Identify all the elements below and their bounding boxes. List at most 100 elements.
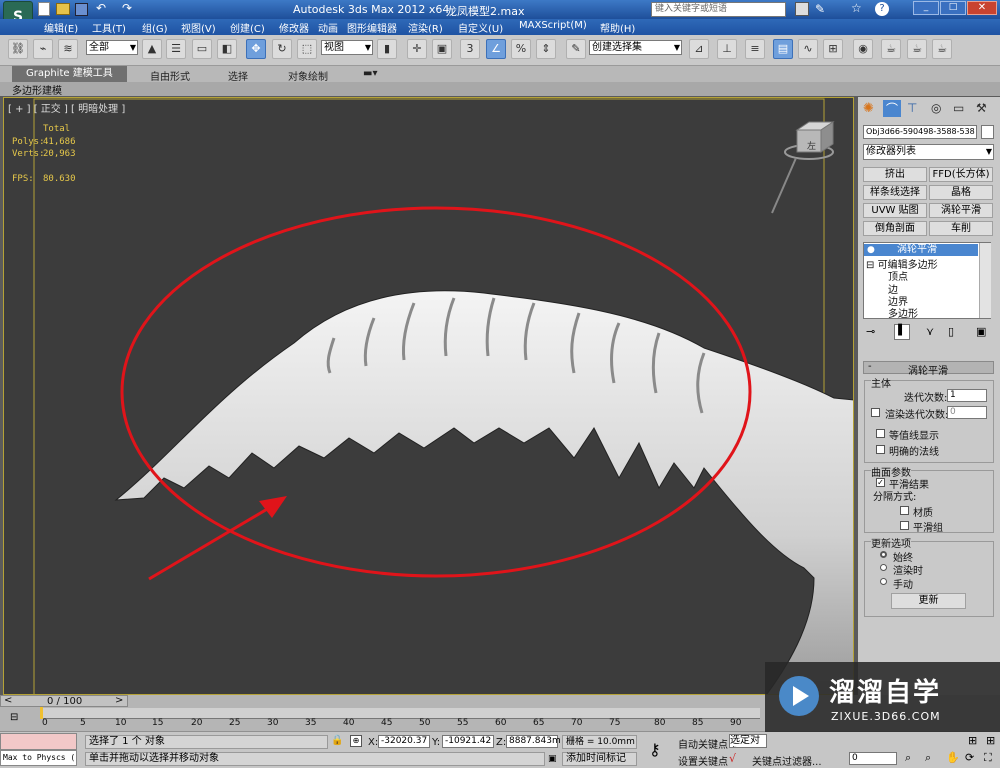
align-icon[interactable]: ⊥ (717, 39, 737, 59)
help-icon[interactable]: ? (875, 2, 889, 16)
communication-icon[interactable]: ✎ (815, 2, 825, 16)
menu-edit[interactable]: 编辑(E) (44, 20, 78, 35)
prev-frame-icon[interactable]: < (4, 695, 12, 706)
modify-tab-icon[interactable]: ⌒ (883, 100, 901, 117)
ribbon-options-icon[interactable]: ▬▾ (363, 68, 377, 79)
viewport-front[interactable] (3, 97, 854, 695)
reference-coord-dropdown[interactable]: 视图 (321, 40, 373, 55)
select-object-icon[interactable]: ▲ (142, 39, 162, 59)
render-iters-spinner[interactable]: 0 (947, 406, 987, 419)
remove-modifier-icon[interactable]: ▯ (948, 325, 954, 338)
menu-customize[interactable]: 自定义(U) (458, 20, 503, 35)
binoculars-icon[interactable] (795, 2, 809, 16)
auto-key-button[interactable]: 自动关键点 (678, 736, 728, 751)
qa-open-icon[interactable] (56, 3, 70, 15)
percent-snap-icon[interactable]: % (511, 39, 531, 59)
favorites-icon[interactable]: ☆ (851, 1, 862, 15)
mirror-icon[interactable]: ⊿ (689, 39, 709, 59)
key-filters-icon[interactable]: √ (729, 752, 736, 765)
smoothing-groups-checkbox[interactable] (900, 521, 909, 530)
rollout-header[interactable]: - 涡轮平滑 (863, 361, 994, 377)
display-tab-icon[interactable]: ▭ (953, 101, 964, 115)
when-rendering-radio[interactable] (880, 564, 887, 571)
stack-item-turbosmooth[interactable]: ● 涡轮平滑 (864, 244, 978, 256)
tab-polygon-modeling[interactable]: 多边形建模 (12, 82, 62, 97)
manually-radio[interactable] (880, 578, 887, 585)
menu-group[interactable]: 组(G) (142, 20, 168, 35)
smooth-result-checkbox[interactable]: ✓ (876, 478, 885, 487)
maxscript-line[interactable]: Max to Physcs ( (0, 750, 77, 766)
modifier-button-extrude[interactable]: 挤出 (863, 167, 927, 182)
modifier-list-dropdown[interactable]: 修改器列表 (863, 144, 994, 160)
selected-dropdown[interactable]: 选定对象 (729, 734, 767, 748)
zoom-all-icon[interactable]: ⌕ (925, 751, 931, 765)
utilities-tab-icon[interactable]: ⚒ (976, 101, 987, 115)
link-icon[interactable]: ⛓ (8, 39, 28, 59)
search-input[interactable]: 键入关键字或短语 (651, 2, 786, 17)
z-coord-field[interactable]: 8887.843m (506, 735, 561, 748)
track-bar[interactable] (40, 708, 760, 719)
menu-help[interactable]: 帮助(H) (600, 20, 635, 35)
minimize-button[interactable]: _ (913, 1, 939, 15)
render-production-icon[interactable]: ☕ (932, 39, 952, 59)
menu-views[interactable]: 视图(V) (181, 20, 216, 35)
spinner-snap-icon[interactable]: ⇕ (536, 39, 556, 59)
iterations-spinner[interactable]: 1 (947, 389, 987, 402)
modifier-button-lathe[interactable]: 车削 (929, 221, 993, 236)
lightbulb-icon[interactable]: ● (867, 244, 875, 256)
render-setup-icon[interactable]: ☕ (881, 39, 901, 59)
time-tag-icon[interactable]: ▣ (548, 754, 557, 764)
modifier-button-uvw-map[interactable]: UVW 贴图 (863, 203, 927, 218)
modifier-button-ffd[interactable]: FFD(长方体) (929, 167, 993, 182)
qa-undo-icon[interactable]: ↶ (96, 1, 106, 15)
selection-filter-dropdown[interactable]: 全部 (86, 40, 138, 55)
pin-stack-icon[interactable]: ⊸ (866, 325, 875, 338)
time-slider[interactable]: < 0 / 100 > (0, 695, 128, 707)
schematic-view-icon[interactable]: ⊞ (823, 39, 843, 59)
qa-redo-icon[interactable]: ↷ (122, 1, 132, 15)
zoom-icon[interactable]: ⌕ (905, 751, 911, 765)
set-key-button[interactable]: 设置关键点 (678, 753, 728, 768)
add-time-tag[interactable]: 添加时间标记 (562, 752, 637, 766)
track-bar-icon[interactable]: ⊟ (10, 712, 18, 723)
key-filters-button[interactable]: 关键点过滤器... (752, 753, 822, 768)
create-tab-icon[interactable]: ✺ (863, 101, 874, 116)
qa-save-icon[interactable] (75, 3, 88, 16)
tab-freeform[interactable]: 自由形式 (150, 68, 190, 83)
modifier-button-spline-select[interactable]: 样条线选择 (863, 185, 927, 200)
keyboard-shortcut-icon[interactable]: ▣ (432, 39, 452, 59)
orbit-icon[interactable]: ⟳ (965, 751, 974, 764)
set-key-icon[interactable]: ⚷ (649, 740, 661, 759)
maximize-viewport-icon[interactable]: ⛶ (984, 751, 992, 765)
menu-graph-editors[interactable]: 图形编辑器 (347, 20, 397, 35)
make-unique-icon[interactable]: ⋎ (926, 325, 934, 338)
explicit-normals-checkbox[interactable] (876, 445, 885, 454)
object-name-field[interactable]: Obj3d66-590498-3588-538 (863, 125, 977, 139)
select-scale-icon[interactable]: ⬚ (297, 39, 317, 59)
maximize-button[interactable]: □ (940, 1, 966, 15)
always-radio[interactable] (880, 551, 887, 558)
zoom-extents-all-icon[interactable]: ⊞ (986, 734, 995, 747)
object-color-swatch[interactable] (981, 125, 994, 139)
select-manipulate-icon[interactable]: ✛ (407, 39, 427, 59)
tab-selection[interactable]: 选择 (228, 68, 248, 83)
absolute-mode-icon[interactable]: ⊕ (350, 735, 362, 747)
pivot-center-icon[interactable]: ▮ (377, 39, 397, 59)
y-coord-field[interactable]: -10921.42 (442, 735, 494, 748)
configure-sets-icon[interactable]: ▣ (976, 325, 986, 338)
lock-selection-icon[interactable]: 🔒 (331, 735, 343, 746)
menu-modifiers[interactable]: 修改器 (279, 20, 309, 35)
close-button[interactable]: ✕ (967, 1, 997, 15)
graphite-toggle-icon[interactable]: ▤ (773, 39, 793, 59)
render-iters-checkbox[interactable] (871, 408, 880, 417)
menu-animation[interactable]: 动画 (318, 20, 338, 35)
angle-snap-icon[interactable]: ∠ (486, 39, 506, 59)
maxscript-listener[interactable] (0, 733, 77, 750)
qa-new-icon[interactable] (38, 2, 50, 16)
materials-checkbox[interactable] (900, 506, 909, 515)
layer-manager-icon[interactable]: ≡ (745, 39, 765, 59)
next-frame-icon[interactable]: > (115, 695, 123, 706)
edit-named-selection-icon[interactable]: ✎ (566, 39, 586, 59)
window-crossing-icon[interactable]: ◧ (217, 39, 237, 59)
hierarchy-tab-icon[interactable]: ⊤ (907, 101, 917, 115)
